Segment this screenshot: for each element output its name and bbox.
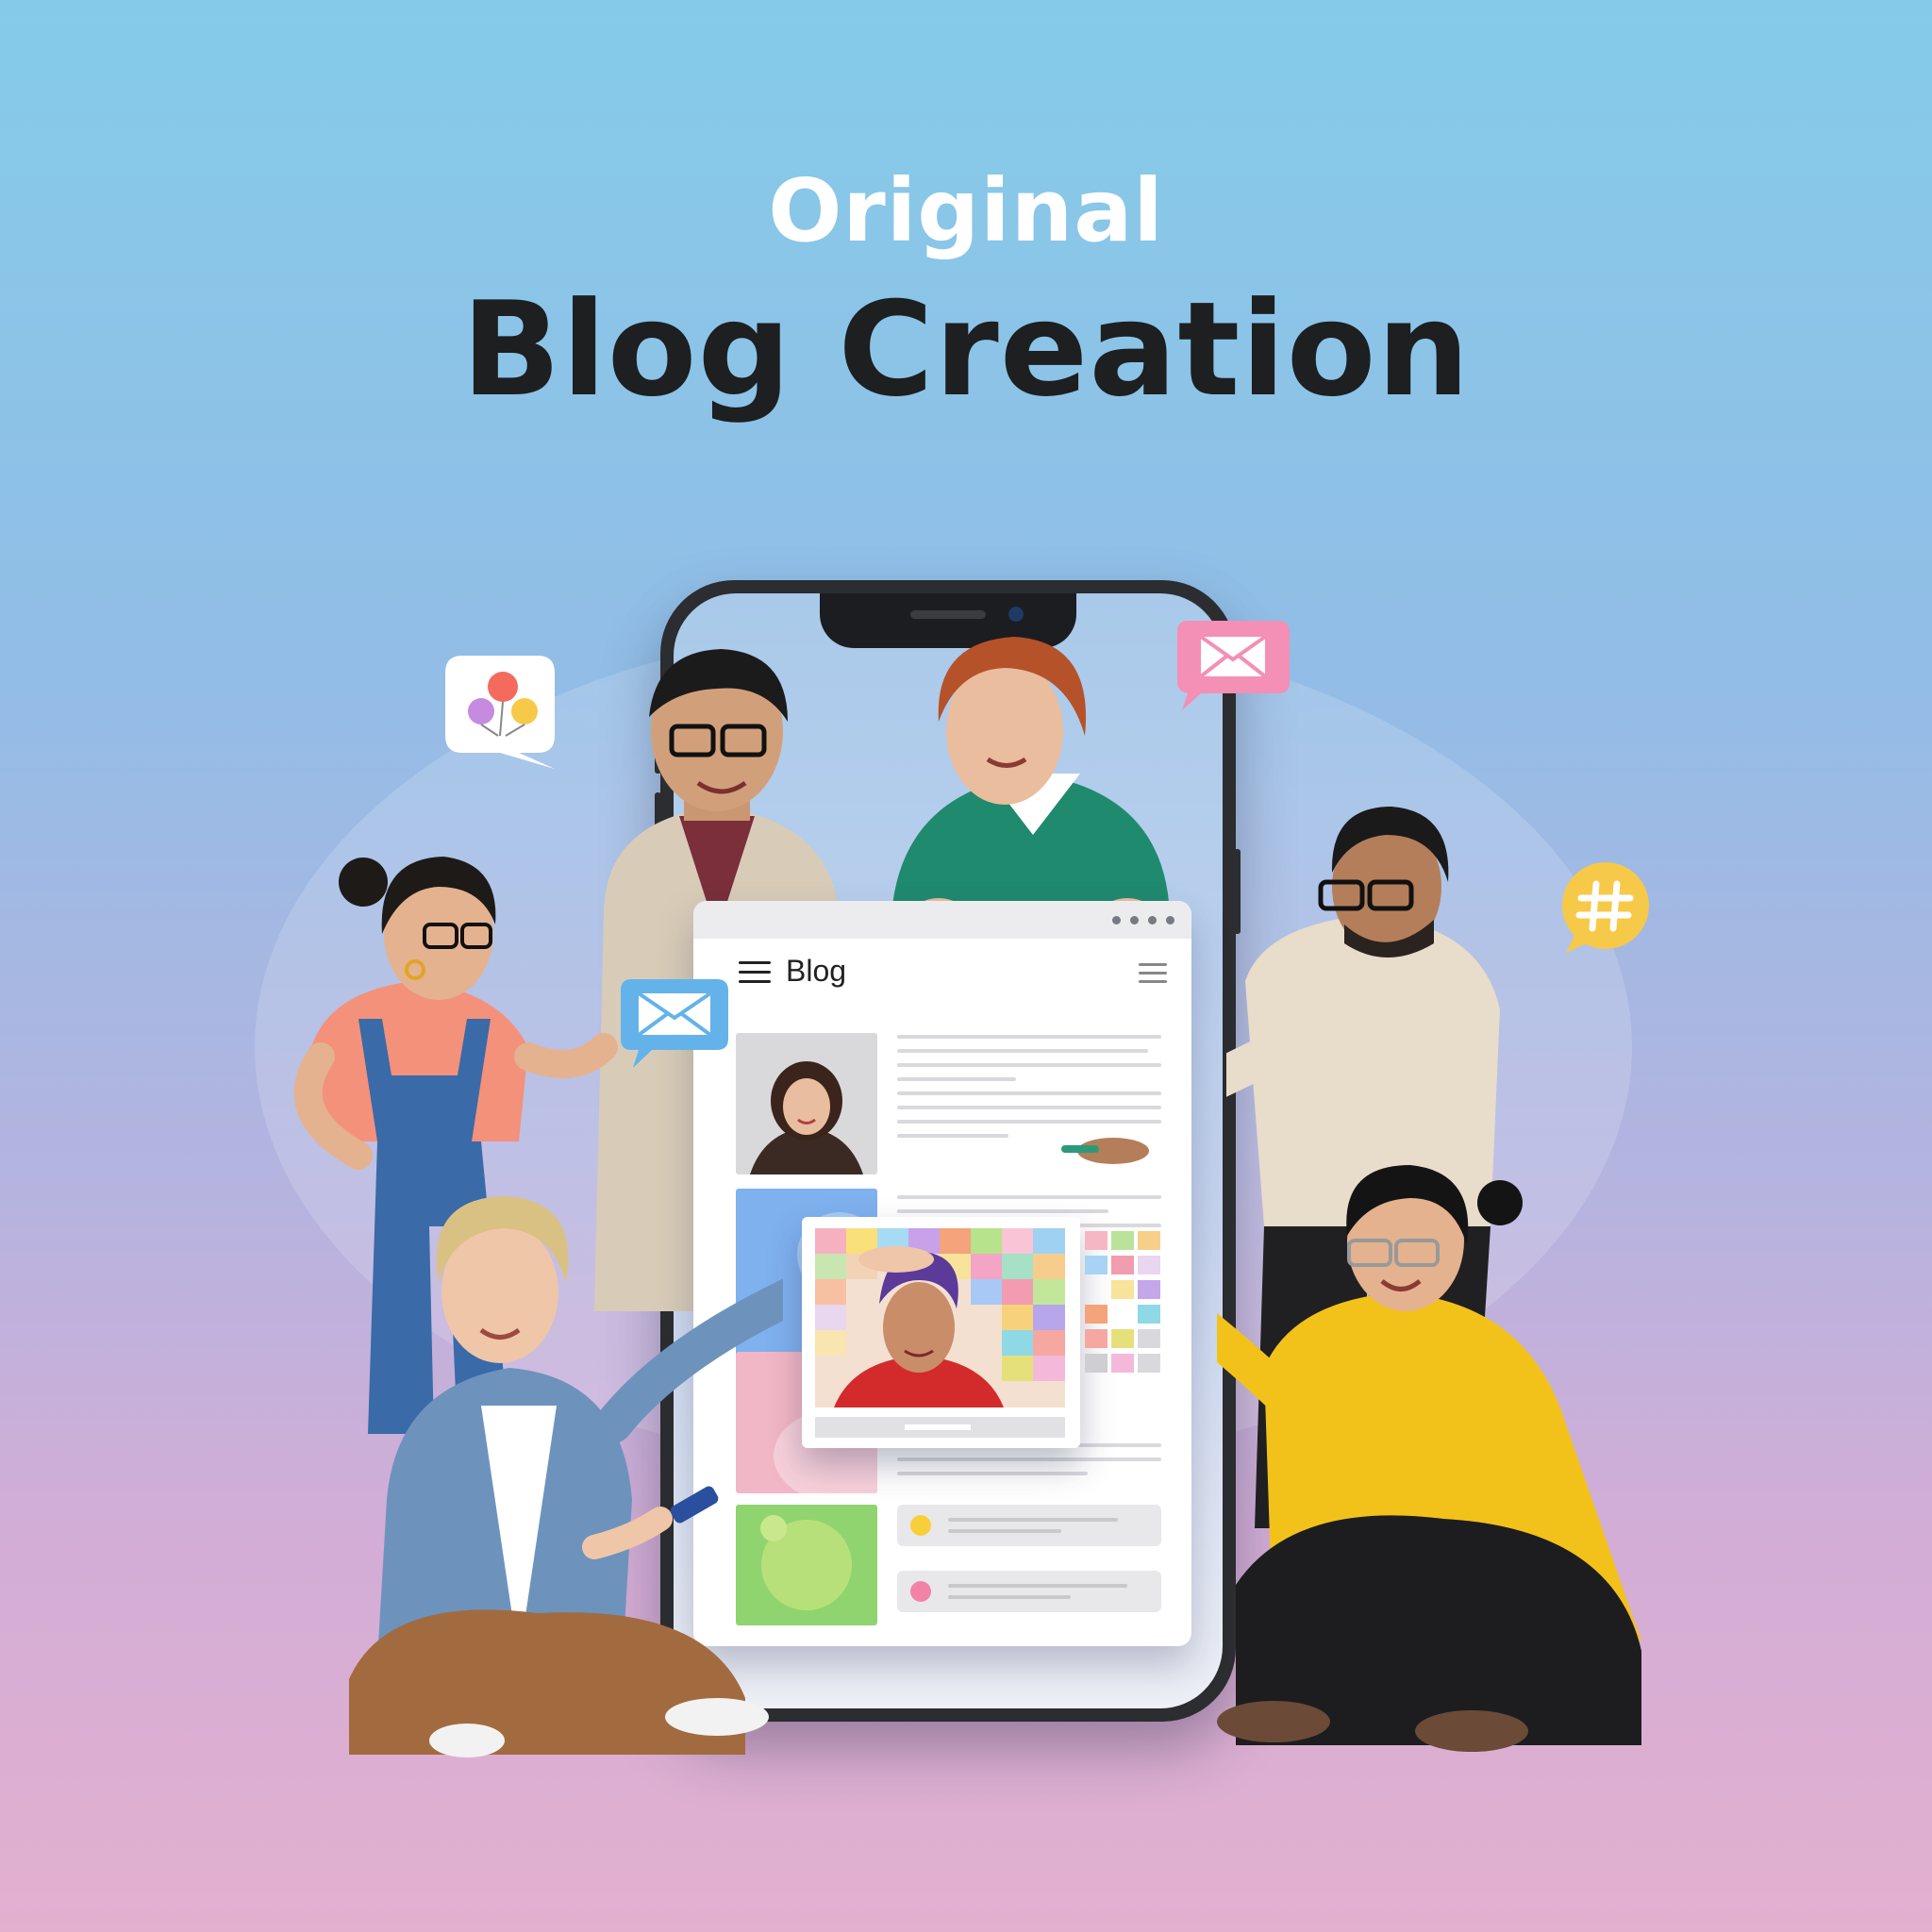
image-editor-card[interactable] — [802, 1217, 1080, 1448]
comment-row[interactable] — [897, 1571, 1161, 1612]
mosaic-portrait-image — [815, 1228, 1065, 1407]
front-camera — [1008, 607, 1024, 622]
person-woman-green-sweater — [891, 637, 1170, 932]
balloons-chat-bubble — [445, 656, 555, 769]
post-excerpt — [897, 1443, 1161, 1486]
envelope-chat-bubble-pink — [1177, 621, 1290, 710]
blog-header: Blog — [693, 939, 1191, 1007]
hashtag-chat-bubble — [1562, 862, 1649, 953]
eyebrow-heading: Original — [768, 160, 1164, 261]
page-title: Blog Creation — [461, 274, 1471, 425]
comment-row[interactable] — [897, 1505, 1161, 1546]
post-excerpt — [897, 1035, 1161, 1148]
person-seated-yellow-sweater — [1217, 1165, 1641, 1752]
person-seated-denim-jacket — [349, 1196, 783, 1757]
envelope-icon — [637, 991, 712, 1037]
blog-title: Blog — [786, 954, 847, 988]
browser-topbar — [693, 901, 1191, 939]
pointing-hand — [858, 1246, 934, 1273]
pointing-hand — [1061, 1138, 1149, 1164]
speaker-grille — [910, 610, 986, 619]
hamburger-menu-icon[interactable] — [739, 961, 771, 984]
window-controls[interactable] — [1112, 916, 1174, 924]
options-menu-icon[interactable] — [1139, 963, 1167, 984]
envelope-icon — [1199, 635, 1267, 678]
envelope-chat-bubble-blue — [621, 979, 728, 1068]
post-thumbnail-portrait[interactable] — [736, 1033, 877, 1174]
mosaic-fragment — [1085, 1231, 1160, 1373]
caption-bar — [815, 1417, 1065, 1438]
